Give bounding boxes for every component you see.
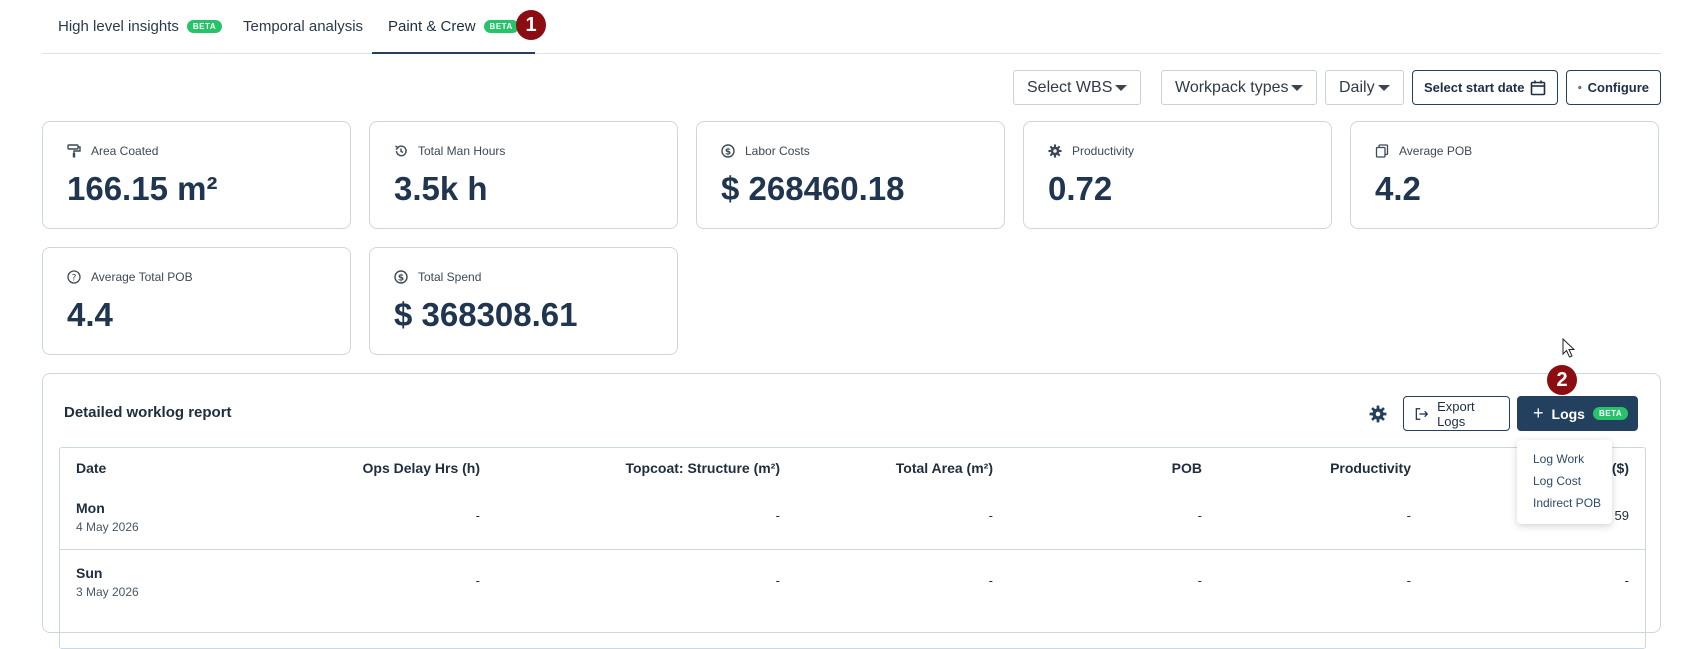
card-label: Average Total POB [91,270,193,284]
card-label: Average POB [1399,144,1473,158]
card-value: 166.15 m² [67,170,218,207]
table-cell: - [775,508,780,523]
card-value: 0.72 [1048,170,1113,207]
paint-roller-icon [67,144,81,158]
column-header: Topcoat: Structure (m²) [625,460,780,476]
export-logs-button[interactable]: Export Logs [1403,396,1510,431]
beta-badge: BETA [483,20,519,33]
card-average-total-pob: ? Average Total POB 4.4 [42,247,351,355]
configure-button[interactable]: Configure [1566,70,1661,105]
column-header: Total Area (m²) [895,460,993,476]
column-header: Productivity [1330,460,1411,476]
dollar-icon: $ [721,144,735,158]
table-settings-gear-icon[interactable] [1369,405,1387,423]
table-cell: - [775,573,780,588]
select-start-date-button[interactable]: Select start date [1412,70,1558,105]
dollar-icon: $ [394,270,408,284]
table-cell: - [1406,573,1411,588]
svg-text:$: $ [725,147,731,157]
table-cell: - [988,573,993,588]
tab-label: Temporal analysis [243,18,364,35]
copy-icon [1375,144,1389,158]
card-label: Productivity [1072,144,1135,158]
export-logs-label: Export Logs [1437,398,1475,429]
table-cell: - [1197,508,1202,523]
tab-high-level-insights[interactable]: High level insights BETA [58,0,223,53]
worklog-table: Date Ops Delay Hrs (h) Topcoat: Structur… [59,447,1646,649]
card-total-spend: $ Total Spend $ 368308.61 [369,247,678,355]
svg-text:$: $ [398,273,404,283]
card-area-coated: Area Coated 166.15 m² [42,121,351,229]
svg-text:?: ? [72,273,77,283]
workpack-select-value: Workpack types [1175,78,1289,96]
table-row-date: Mon 4 May 2026 [76,500,139,534]
history-icon [395,145,407,157]
column-header: Date [76,460,107,476]
table-cell: - [475,573,480,588]
table-cell: - [1624,573,1629,588]
card-label: Total Spend [418,270,482,284]
row-day: Sun [76,565,103,581]
add-logs-button[interactable]: + Logs BETA [1517,396,1638,431]
card-label: Labor Costs [745,144,810,158]
wbs-select-value: Select WBS [1027,78,1113,96]
export-icon [1415,407,1429,420]
report-title: Detailed worklog report [64,404,232,421]
column-header: ($) [1611,460,1629,476]
chevron-down-icon [1378,84,1390,91]
beta-badge: BETA [1592,407,1629,420]
period-select[interactable]: Daily [1325,70,1404,105]
card-value: $ 368308.61 [394,296,578,333]
configure-label: Configure [1587,80,1649,95]
logs-dropdown-menu: Log Work Log Cost Indirect POB [1517,440,1612,524]
gear-icon [1578,85,1582,90]
menu-item-indirect-pob[interactable]: Indirect POB [1533,496,1601,510]
gear-icon [1048,144,1062,158]
tab-bar: High level insights BETA Temporal analys… [42,0,1661,54]
table-cell: 59 [1614,508,1629,523]
plus-icon: + [1533,403,1544,423]
card-value: 4.4 [67,296,113,333]
table-cell: - [1197,573,1202,588]
chevron-down-icon [1291,84,1303,91]
tab-label: Paint & Crew [388,18,476,35]
period-select-value: Daily [1339,78,1375,96]
row-date: 4 May 2026 [76,520,139,534]
row-day: Mon [76,500,105,516]
wbs-select[interactable]: Select WBS [1013,70,1141,105]
card-productivity: Productivity 0.72 [1023,121,1332,229]
card-total-man-hours: Total Man Hours 3.5k h [369,121,678,229]
mouse-cursor-icon [1562,338,1576,358]
row-date: 3 May 2026 [76,585,139,599]
column-header: POB [1171,460,1202,476]
step-marker-1: 1 [516,10,546,40]
card-value: $ 268460.18 [721,170,905,207]
question-icon: ? [67,270,81,284]
start-date-label: Select start date [1424,80,1525,95]
column-header: Ops Delay Hrs (h) [362,460,480,476]
tab-paint-crew[interactable]: Paint & Crew BETA [372,0,535,54]
tab-temporal-analysis[interactable]: Temporal analysis [243,0,363,53]
card-label: Total Man Hours [418,144,506,158]
logs-label: Logs [1551,405,1585,422]
card-value: 4.2 [1375,170,1421,207]
card-label: Area Coated [91,144,159,158]
table-cell: - [475,508,480,523]
table-row-date: Sun 3 May 2026 [76,565,139,599]
workpack-types-select[interactable]: Workpack types [1161,70,1317,105]
beta-badge: BETA [186,20,223,33]
row-divider [60,549,1645,550]
table-cell: - [1406,508,1411,523]
tab-label: High level insights [58,18,179,35]
step-marker-2: 2 [1547,365,1577,395]
worklog-report-panel: Detailed worklog report Export Logs Date… [42,373,1661,649]
card-labor-costs: $ Labor Costs $ 268460.18 [696,121,1005,229]
menu-item-log-work[interactable]: Log Work [1533,452,1584,466]
table-cell: - [988,508,993,523]
card-average-pob: Average POB 4.2 [1350,121,1659,229]
menu-item-log-cost[interactable]: Log Cost [1533,474,1581,488]
chevron-down-icon [1115,84,1127,91]
calendar-icon [1530,80,1546,95]
card-value: 3.5k h [394,170,488,207]
